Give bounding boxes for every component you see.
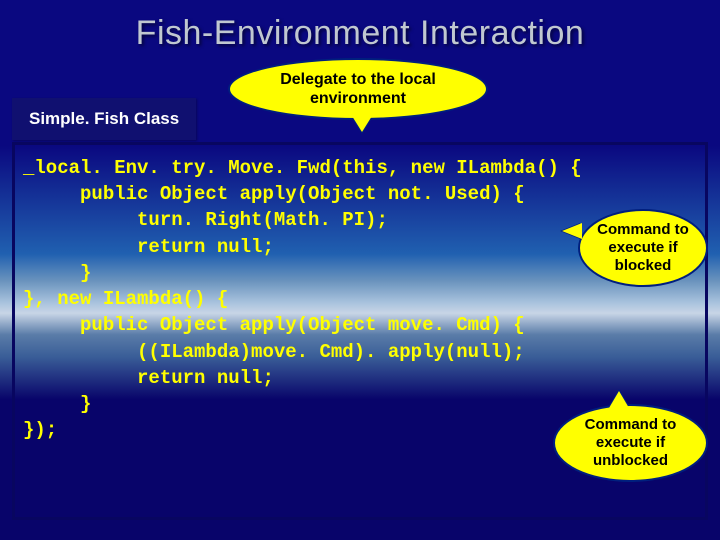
code-line: public Object apply(Object move. Cmd) { — [23, 312, 697, 338]
class-label: Simple. Fish Class — [12, 98, 196, 140]
code-line: public Object apply(Object not. Used) { — [23, 181, 697, 207]
callout-blocked: Command to execute if blocked — [578, 209, 708, 287]
code-line: }, new ILambda() { — [23, 286, 697, 312]
callout-text: Delegate to the local environment — [250, 70, 466, 108]
code-line: ((ILambda)move. Cmd). apply(null); — [23, 339, 697, 365]
callout-text: Command to execute if unblocked — [563, 416, 698, 470]
code-line: return null; — [23, 365, 697, 391]
callout-text: Command to execute if blocked — [588, 221, 698, 275]
code-line: _local. Env. try. Move. Fwd(this, new IL… — [23, 155, 697, 181]
slide-title: Fish-Environment Interaction — [0, 14, 720, 53]
callout-unblocked: Command to execute if unblocked — [553, 404, 708, 482]
callout-delegate: Delegate to the local environment — [228, 58, 488, 120]
